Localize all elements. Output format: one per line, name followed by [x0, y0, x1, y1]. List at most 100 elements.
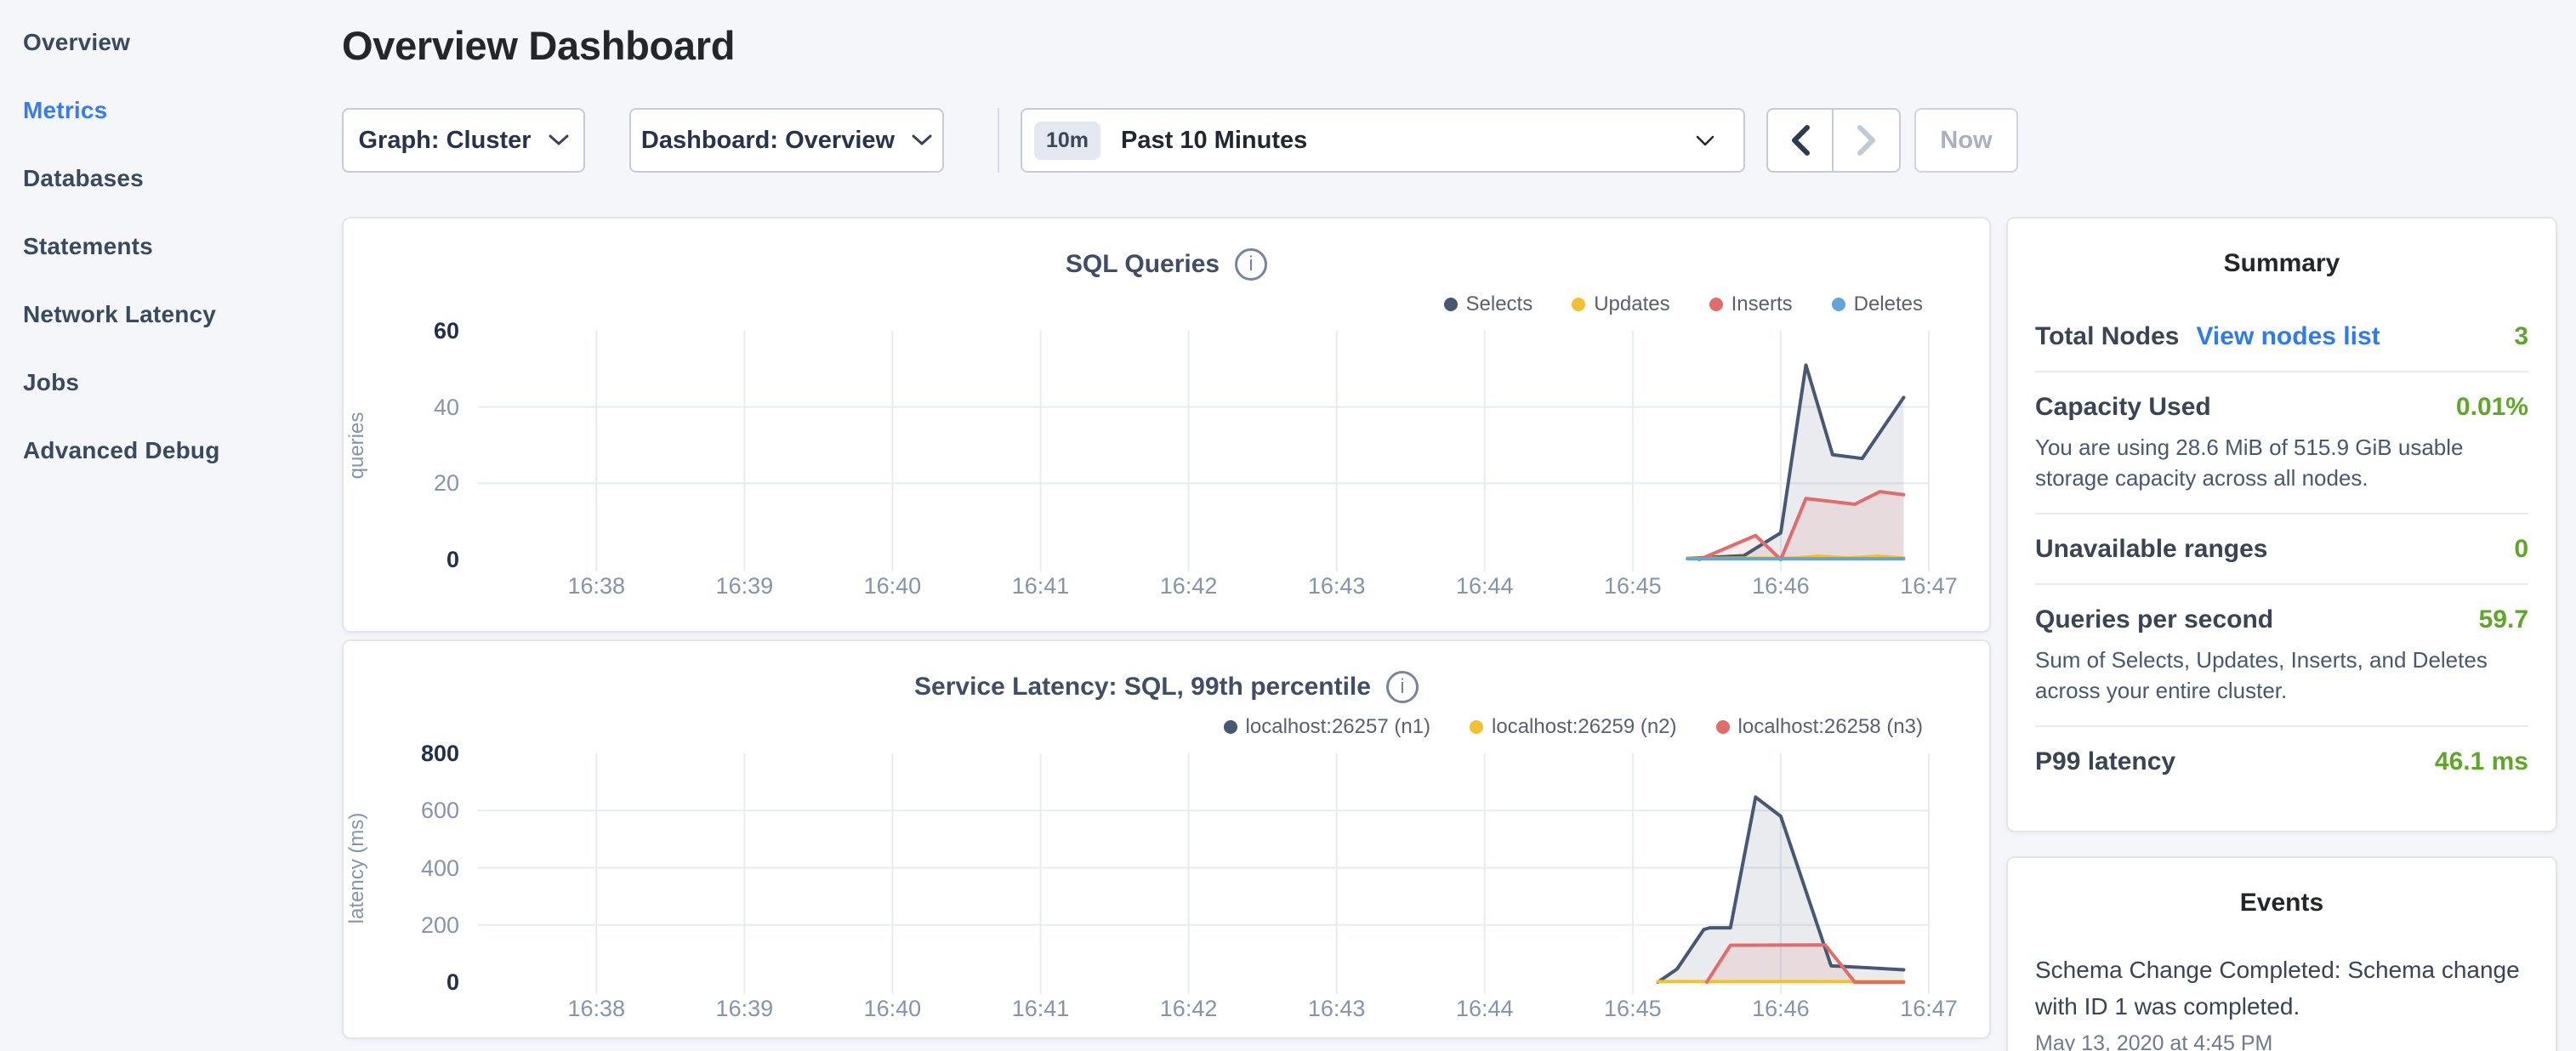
legend-dot-icon	[1444, 298, 1458, 311]
summary-label: P99 latency	[2035, 747, 2175, 776]
legend-item: Deletes	[1832, 293, 1923, 316]
legend-label: localhost:26257 (n1)	[1246, 715, 1430, 739]
legend-item: localhost:26259 (n2)	[1470, 715, 1676, 739]
summary-label: Total Nodes	[2035, 322, 2179, 351]
y-tick-label: 40	[366, 395, 459, 420]
x-tick-label: 16:44	[1456, 996, 1514, 1022]
legend-item: localhost:26257 (n1)	[1224, 715, 1430, 739]
x-tick-label: 16:43	[1308, 996, 1366, 1022]
legend-dot-icon	[1470, 720, 1483, 734]
chevron-down-icon	[1696, 135, 1714, 147]
x-tick-label: 16:45	[1604, 996, 1662, 1022]
y-tick-label: 800	[366, 741, 459, 766]
x-tick-label: 16:42	[1160, 996, 1218, 1022]
chart-svg	[478, 331, 1929, 573]
x-tick-label: 16:40	[864, 573, 922, 599]
legend-item: localhost:26258 (n3)	[1716, 715, 1923, 739]
summary-row-p99-latency: P99 latency 46.1 ms	[2035, 725, 2528, 796]
time-step-back-button[interactable]	[1768, 110, 1834, 171]
sql-queries-plot[interactable]: 020406016:3816:3916:4016:4116:4216:4316:…	[478, 331, 1929, 560]
info-icon[interactable]: i	[1235, 248, 1267, 281]
sidebar-item-network-latency[interactable]: Network Latency	[0, 281, 332, 349]
service-latency-plot[interactable]: 020040060080016:3816:3916:4016:4116:4216…	[478, 753, 1929, 982]
summary-value: 3	[2514, 322, 2528, 351]
summary-row-capacity-used: Capacity Used 0.01% You are using 28.6 M…	[2035, 371, 2528, 513]
y-tick-label: 20	[366, 470, 459, 496]
x-tick-label: 16:42	[1160, 573, 1218, 599]
time-step-forward-button[interactable]	[1834, 110, 1899, 171]
x-tick-label: 16:41	[1012, 996, 1070, 1022]
legend-label: Inserts	[1732, 293, 1793, 316]
dashboard-dropdown[interactable]: Dashboard: Overview	[629, 108, 944, 173]
x-tick-label: 16:47	[1900, 996, 1958, 1022]
x-tick-label: 16:47	[1900, 573, 1958, 599]
legend-item: Inserts	[1709, 293, 1793, 316]
x-tick-label: 16:38	[567, 573, 625, 599]
legend-dot-icon	[1716, 720, 1730, 734]
graph-dropdown-label: Graph: Cluster	[358, 127, 531, 155]
x-tick-label: 16:46	[1752, 573, 1810, 599]
sidebar-item-jobs[interactable]: Jobs	[0, 349, 332, 417]
sidebar-item-databases[interactable]: Databases	[0, 145, 332, 213]
sidebar: Overview Metrics Databases Statements Ne…	[0, 0, 332, 1051]
legend-dot-icon	[1709, 298, 1723, 311]
y-tick-label: 200	[366, 912, 459, 938]
page-title: Overview Dashboard	[342, 22, 735, 69]
legend-label: Updates	[1594, 293, 1669, 316]
y-tick-label: 0	[366, 969, 459, 995]
x-tick-label: 16:46	[1752, 996, 1810, 1022]
chart-legend: localhost:26257 (n1) localhost:26259 (n2)…	[1224, 714, 1923, 740]
x-tick-label: 16:43	[1308, 573, 1366, 599]
graph-dropdown[interactable]: Graph: Cluster	[342, 108, 585, 173]
toolbar: Graph: Cluster Dashboard: Overview 10m P…	[342, 108, 2383, 173]
y-tick-label: 400	[366, 855, 459, 881]
legend-label: Selects	[1466, 293, 1533, 316]
time-range-label: Past 10 Minutes	[1121, 127, 1307, 155]
y-axis-label: queries	[345, 412, 369, 479]
summary-subtext: Sum of Selects, Updates, Inserts, and De…	[2035, 645, 2528, 706]
x-tick-label: 16:39	[716, 573, 774, 599]
sidebar-item-statements[interactable]: Statements	[0, 213, 332, 281]
y-tick-label: 600	[366, 798, 459, 823]
sidebar-item-overview[interactable]: Overview	[0, 9, 332, 77]
sidebar-item-advanced-debug[interactable]: Advanced Debug	[0, 417, 332, 485]
time-step-buttons	[1766, 108, 1901, 173]
x-tick-label: 16:45	[1604, 573, 1662, 599]
time-range-dropdown[interactable]: 10m Past 10 Minutes	[1021, 108, 1745, 173]
chevron-right-icon	[1857, 125, 1876, 156]
info-icon[interactable]: i	[1386, 671, 1419, 703]
y-axis-label: latency (ms)	[345, 812, 369, 923]
summary-panel: Summary Total Nodes View nodes list 3 Ca…	[2006, 217, 2557, 832]
sidebar-item-metrics[interactable]: Metrics	[0, 77, 332, 145]
legend-dot-icon	[1832, 298, 1845, 311]
legend-item: Selects	[1444, 293, 1533, 316]
x-tick-label: 16:41	[1012, 573, 1070, 599]
legend-label: Deletes	[1854, 293, 1923, 316]
view-nodes-list-link[interactable]: View nodes list	[2196, 322, 2380, 351]
legend-label: localhost:26258 (n3)	[1738, 715, 1923, 739]
now-button[interactable]: Now	[1914, 108, 2018, 173]
summary-subtext: You are using 28.6 MiB of 515.9 GiB usab…	[2035, 432, 2528, 493]
events-panel: Events Schema Change Completed: Schema c…	[2006, 856, 2557, 1051]
summary-label: Capacity Used	[2035, 393, 2211, 422]
events-title: Events	[2008, 889, 2556, 917]
x-tick-label: 16:39	[716, 996, 774, 1022]
chart-title: Service Latency: SQL, 99th percentile	[914, 673, 1371, 702]
legend-dot-icon	[1572, 298, 1585, 311]
summary-value: 59.7	[2479, 605, 2528, 634]
event-timestamp: May 13, 2020 at 4:45 PM	[2035, 1031, 2528, 1051]
summary-row-queries-per-second: Queries per second 59.7 Sum of Selects, …	[2035, 583, 2528, 725]
x-tick-label: 16:40	[864, 996, 922, 1022]
x-tick-label: 16:44	[1456, 573, 1514, 599]
x-tick-label: 16:38	[567, 996, 625, 1022]
summary-value: 0.01%	[2456, 393, 2528, 422]
summary-value: 46.1 ms	[2435, 747, 2528, 776]
sql-queries-chart-card: SQL Queries i Selects Updates Inserts Delet…	[342, 217, 1991, 633]
chart-title: SQL Queries	[1066, 250, 1220, 279]
y-tick-label: 60	[366, 318, 459, 344]
legend-label: localhost:26259 (n2)	[1492, 715, 1676, 739]
y-tick-label: 0	[366, 547, 459, 572]
service-latency-chart-card: Service Latency: SQL, 99th percentile i …	[342, 639, 1991, 1039]
summary-label: Queries per second	[2035, 605, 2273, 634]
chart-legend: Selects Updates Inserts Deletes	[1444, 292, 1924, 317]
